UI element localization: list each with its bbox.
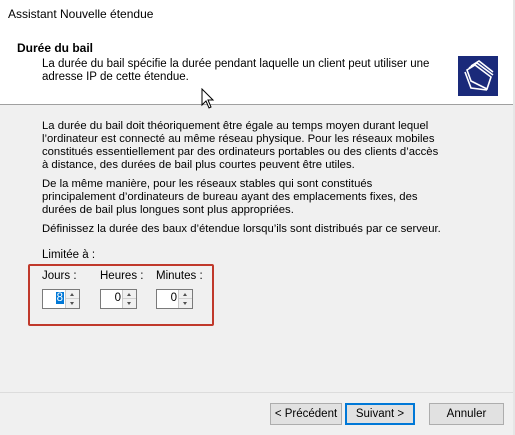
wizard-window: Assistant Nouvelle étendue Durée du bail…: [0, 0, 515, 435]
mouse-cursor-icon: [201, 88, 215, 109]
footer-divider: [0, 392, 515, 393]
cancel-button[interactable]: Annuler: [429, 403, 504, 425]
minutes-spinner[interactable]: 0: [156, 289, 193, 309]
days-value[interactable]: 8: [55, 292, 64, 304]
hours-spin-buttons: [122, 290, 136, 308]
window-title: Assistant Nouvelle étendue: [8, 7, 154, 21]
days-label: Jours :: [42, 270, 77, 282]
hours-value[interactable]: 0: [115, 292, 121, 304]
next-button[interactable]: Suivant >: [345, 403, 415, 425]
days-spin-buttons: [65, 290, 79, 308]
paragraph-3: Définissez la durée des baux d’étendue l…: [42, 223, 441, 235]
hours-group: Heures : 0: [100, 270, 160, 309]
folders-icon: [458, 56, 498, 96]
minutes-value[interactable]: 0: [171, 292, 177, 304]
days-spinner[interactable]: 8: [42, 289, 80, 309]
minutes-down-arrow-icon[interactable]: [179, 299, 192, 308]
hours-label: Heures :: [100, 270, 144, 282]
days-up-arrow-icon[interactable]: [66, 290, 79, 299]
days-down-arrow-icon[interactable]: [66, 299, 79, 308]
hours-up-arrow-icon[interactable]: [123, 290, 136, 299]
paragraph-2: De la même manière, pour les réseaux sta…: [42, 178, 418, 216]
minutes-label: Minutes :: [156, 270, 203, 282]
page-title: Durée du bail: [17, 41, 94, 55]
hours-spinner[interactable]: 0: [100, 289, 137, 309]
hours-down-arrow-icon[interactable]: [123, 299, 136, 308]
page-description: La durée du bail spécifie la durée penda…: [42, 58, 430, 83]
minutes-group: Minutes : 0: [156, 270, 216, 309]
minutes-spin-buttons: [178, 290, 192, 308]
days-group: Jours : 8: [42, 270, 102, 309]
body-text: La durée du bail doit théoriquement être…: [42, 120, 442, 242]
back-button[interactable]: < Précédent: [270, 403, 342, 425]
minutes-up-arrow-icon[interactable]: [179, 290, 192, 299]
limit-label: Limitée à :: [42, 249, 96, 261]
wizard-header: Durée du bail La durée du bail spécifie …: [0, 26, 515, 109]
title-bar: Assistant Nouvelle étendue: [0, 0, 515, 26]
paragraph-1: La durée du bail doit théoriquement être…: [42, 120, 439, 171]
